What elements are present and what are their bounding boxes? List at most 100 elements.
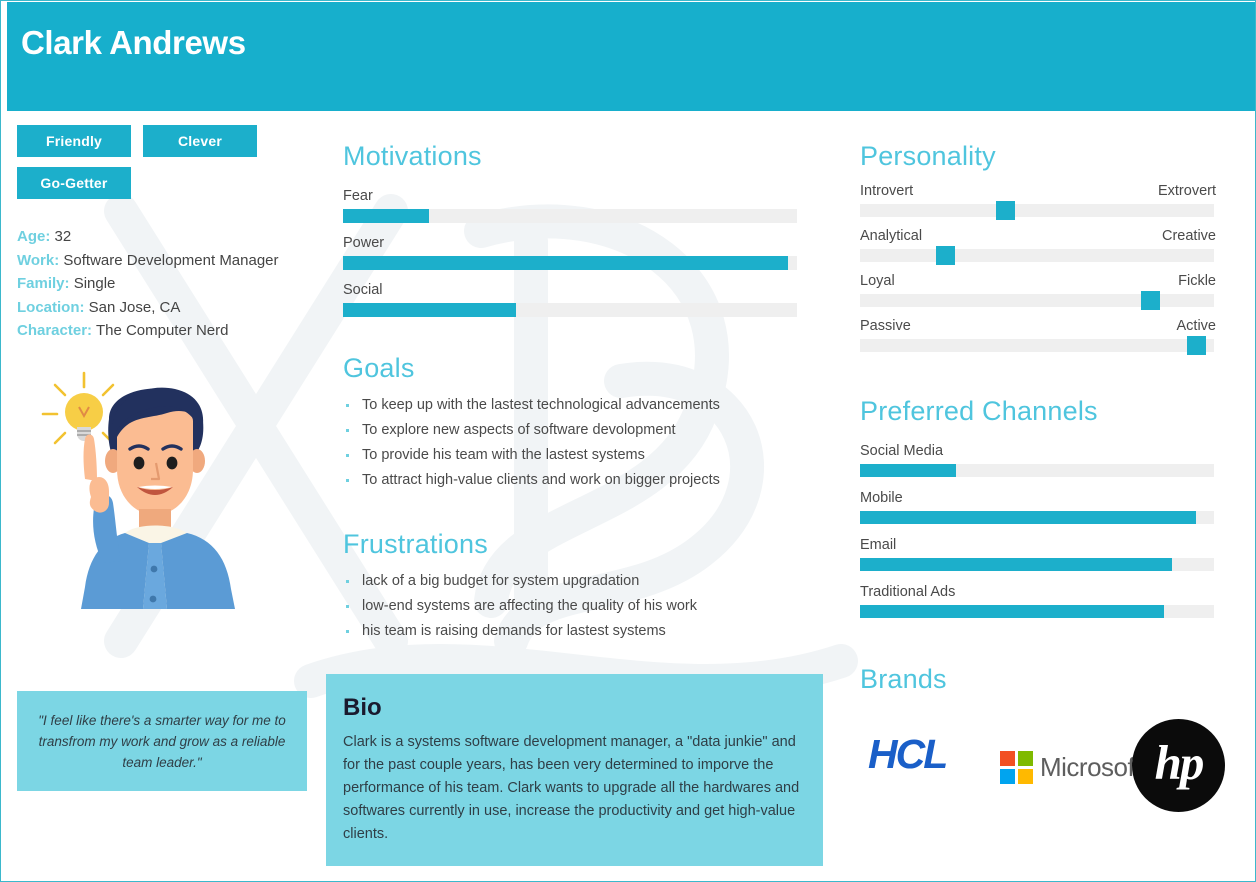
bio-heading: Bio (343, 694, 382, 721)
fact-family-value: Single (73, 275, 116, 292)
channel-track-email[interactable] (860, 558, 1214, 571)
scale-left-label: Loyal (860, 273, 895, 289)
fact-location-value: San Jose, CA (88, 298, 181, 316)
motivation-track-social[interactable] (343, 303, 797, 317)
scale-left-label: Introvert (860, 183, 914, 199)
personality-thumb[interactable] (935, 246, 955, 265)
trait-tag-row-2: Go-Getter (17, 167, 317, 199)
goals-section: Goals To keep up with the lastest techno… (343, 353, 803, 491)
list-item: lack of a big budget for system upgradat… (343, 570, 803, 592)
personality-track[interactable] (860, 336, 1214, 355)
scale-right-label: Creative (1162, 228, 1216, 244)
fact-work-label: Work: (17, 251, 60, 269)
trait-tag-row-1: Friendly Clever (17, 125, 317, 157)
scale-left-label: Passive (860, 318, 911, 334)
scale-right-label: Active (1176, 318, 1217, 334)
personality-scale-loyal-fickle: Loyal Fickle (860, 273, 1216, 310)
middle-column: Motivations Fear Power Social Goals To k… (343, 141, 803, 645)
channel-fill-mobile (860, 511, 1197, 524)
motivation-fill-power (343, 256, 788, 270)
channel-label-email: Email (860, 537, 897, 553)
fact-character: Character: The Computer Nerd (17, 319, 317, 343)
fact-age: Age: 32 (17, 225, 317, 249)
header-banner: Clark Andrews (7, 2, 1255, 111)
fact-age-value: 32 (54, 228, 72, 245)
motivation-track-power[interactable] (343, 256, 797, 270)
motivation-label-social: Social (343, 282, 383, 298)
persona-quote-text: "I feel like there's a smarter way for m… (38, 712, 286, 770)
brands-section: Brands HCL Microsoft hp (860, 664, 1225, 812)
microsoft-squares-icon (1000, 751, 1033, 784)
channel-track-mobile[interactable] (860, 511, 1214, 524)
motivation-label-power: Power (343, 235, 385, 251)
channel-fill-email (860, 558, 1172, 571)
persona-quote-box: "I feel like there's a smarter way for m… (17, 691, 307, 791)
list-item: To explore new aspects of software devol… (343, 419, 803, 441)
fact-work-value: Software Development Manager (63, 251, 279, 269)
channel-fill-traditional-ads (860, 605, 1165, 618)
scale-right-label: Extrovert (1157, 183, 1216, 199)
personality-track[interactable] (860, 291, 1214, 310)
list-item: To keep up with the lastest technologica… (343, 394, 803, 416)
frustrations-section: Frustrations lack of a big budget for sy… (343, 529, 803, 642)
fact-work: Work: Software Development Manager (17, 249, 317, 273)
list-item: To attract high-value clients and work o… (343, 469, 803, 491)
fact-character-label: Character: (17, 322, 93, 339)
fact-age-label: Age: (17, 228, 51, 245)
personality-track[interactable] (860, 201, 1214, 220)
fact-location-label: Location: (17, 298, 85, 316)
personality-scale-passive-active: Passive Active (860, 318, 1217, 355)
frustrations-list: lack of a big budget for system upgradat… (343, 570, 803, 642)
persona-page: Clark Andrews Friendly Clever Go-Getter … (0, 0, 1256, 882)
motivation-fill-social (343, 303, 516, 317)
scale-left-label: Analytical (860, 228, 923, 244)
channel-label-social-media: Social Media (860, 443, 944, 459)
bio-text: Clark is a systems software development … (343, 734, 800, 842)
microsoft-logo: Microsoft (1000, 751, 1141, 784)
motivations-bars: Fear Power Social (343, 188, 803, 317)
brands-heading: Brands (860, 664, 947, 694)
channel-fill-social-media (860, 464, 956, 477)
channel-label-mobile: Mobile (860, 490, 903, 506)
page-title: Clark Andrews (21, 24, 246, 61)
motivations-heading: Motivations (343, 141, 482, 171)
channel-track-social-media[interactable] (860, 464, 1214, 477)
fact-location: Location: San Jose, CA (17, 296, 317, 320)
motivation-label-fear: Fear (343, 188, 373, 204)
fact-family-label: Family: (17, 275, 70, 292)
personality-thumb[interactable] (996, 201, 1016, 220)
fact-family: Family: Single (17, 272, 317, 296)
personality-track[interactable] (860, 246, 1214, 265)
trait-tag-go-getter[interactable]: Go-Getter (17, 167, 131, 199)
bio-box: Bio Clark is a systems software developm… (326, 674, 823, 866)
frustrations-heading: Frustrations (343, 529, 488, 559)
personality-thumb[interactable] (1187, 336, 1207, 355)
channel-label-traditional-ads: Traditional Ads (860, 584, 956, 600)
persona-illustration (17, 357, 289, 609)
left-column: Friendly Clever Go-Getter Age: 32 Work: … (17, 125, 317, 609)
brand-logo-row: HCL Microsoft hp (860, 707, 1225, 812)
motivation-fill-fear (343, 209, 430, 223)
goals-heading: Goals (343, 353, 415, 383)
hp-wordmark: hp (1154, 735, 1205, 790)
motivation-track-fear[interactable] (343, 209, 797, 223)
list-item: To provide his team with the lastest sys… (343, 444, 803, 466)
personality-heading: Personality (860, 141, 996, 171)
goals-list: To keep up with the lastest technologica… (343, 394, 803, 491)
right-column: Personality Introvert Extrovert Analytic… (860, 141, 1225, 812)
trait-tag-friendly[interactable]: Friendly (17, 125, 131, 157)
channel-track-traditional-ads[interactable] (860, 605, 1214, 618)
personality-scale-introvert-extrovert: Introvert Extrovert (860, 183, 1216, 220)
list-item: low-end systems are affecting the qualit… (343, 595, 803, 617)
trait-tag-clever[interactable]: Clever (143, 125, 257, 157)
personality-thumb[interactable] (1141, 291, 1161, 310)
hp-logo: hp (1132, 719, 1225, 812)
microsoft-wordmark: Microsoft (1040, 752, 1141, 782)
demographics-list: Age: 32 Work: Software Development Manag… (17, 225, 317, 343)
personality-scale-analytical-creative: Analytical Creative (860, 228, 1216, 265)
scale-right-label: Fickle (1178, 273, 1216, 289)
preferred-channels-section: Preferred Channels Social Media Mobile E… (860, 396, 1216, 618)
list-item: his team is raising demands for lastest … (343, 620, 803, 642)
hcl-logo: HCL (868, 731, 948, 777)
fact-character-value: The Computer Nerd (95, 322, 229, 339)
